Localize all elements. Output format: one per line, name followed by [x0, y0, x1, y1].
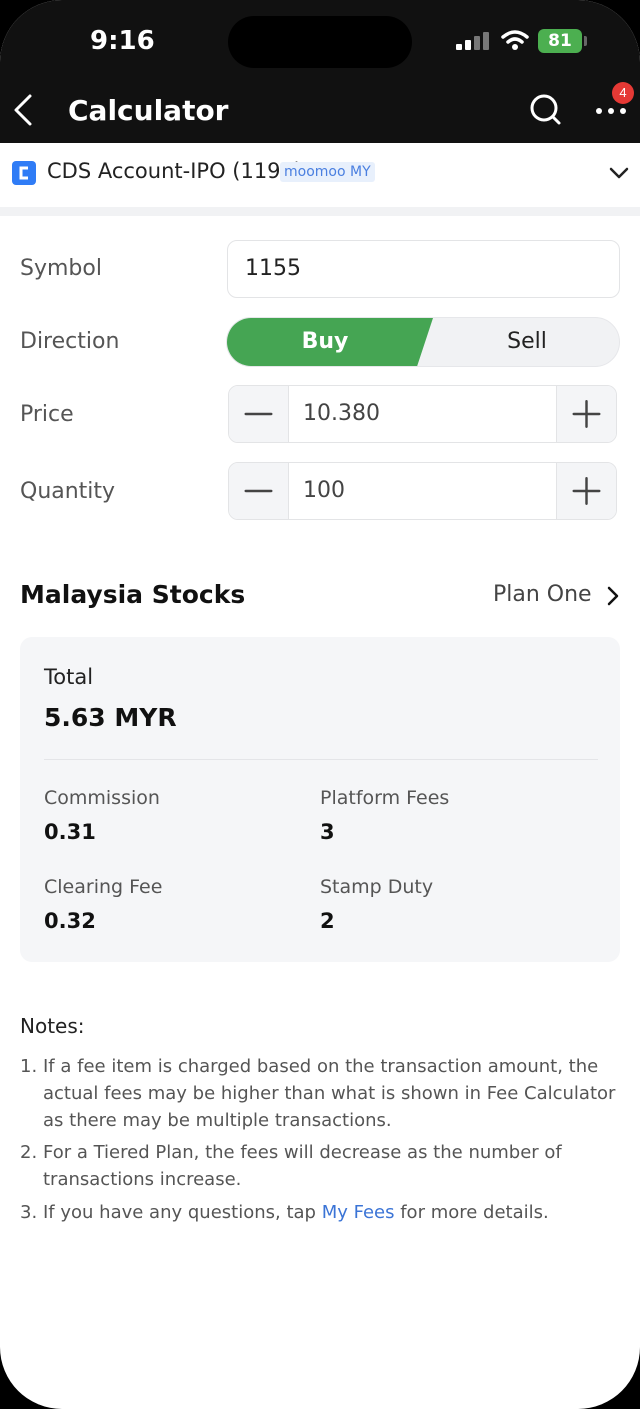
clearing-fee-value: 0.32	[44, 909, 96, 933]
note-text: If a fee item is charged based on the tr…	[43, 1056, 616, 1131]
phone-screen: 9:16 81 Calculator 4 CDS Account-IPO (11…	[0, 0, 640, 1409]
price-input[interactable]: 10.380	[303, 386, 380, 442]
quantity-label: Quantity	[20, 479, 116, 504]
total-value: 5.63 MYR	[44, 703, 177, 732]
commission-label: Commission	[44, 787, 160, 809]
search-icon[interactable]	[528, 92, 562, 128]
signal-icon	[456, 32, 489, 50]
back-arrow-icon[interactable]	[6, 88, 46, 132]
card-divider	[44, 759, 598, 760]
note-text-before: If you have any questions, tap	[43, 1202, 322, 1223]
direction-toggle: Buy Sell	[226, 317, 620, 367]
stamp-duty-value: 2	[320, 909, 335, 933]
note-item: 2. For a Tiered Plan, the fees will decr…	[20, 1139, 620, 1193]
symbol-label: Symbol	[20, 256, 102, 281]
direction-label: Direction	[20, 329, 120, 354]
buy-button[interactable]: Buy	[227, 318, 433, 366]
price-label: Price	[20, 402, 74, 427]
note-text: For a Tiered Plan, the fees will decreas…	[43, 1142, 562, 1190]
symbol-input[interactable]: 1155	[227, 240, 620, 298]
market-title: Malaysia Stocks	[20, 580, 246, 609]
my-fees-link[interactable]: My Fees	[322, 1202, 395, 1223]
note-text-after: for more details.	[394, 1202, 549, 1223]
wifi-icon	[501, 30, 529, 50]
note-item: 1. If a fee item is charged based on the…	[20, 1053, 620, 1134]
stamp-duty-label: Stamp Duty	[320, 876, 434, 898]
top-header: 9:16 81 Calculator 4	[0, 0, 640, 143]
total-label: Total	[44, 665, 94, 689]
price-minus-button[interactable]	[229, 386, 289, 442]
note-text: If you have any questions, tap My Fees f…	[43, 1199, 620, 1226]
price-stepper: 10.380	[228, 385, 617, 443]
price-plus-button[interactable]	[556, 386, 616, 442]
page-title: Calculator	[68, 94, 229, 127]
quantity-input[interactable]: 100	[303, 463, 345, 519]
chevron-down-icon[interactable]	[608, 163, 630, 183]
sell-button[interactable]: Sell	[433, 318, 619, 366]
status-time: 9:16	[90, 26, 155, 56]
battery-tip	[584, 36, 587, 46]
note-item: 3. If you have any questions, tap My Fee…	[20, 1199, 620, 1226]
dynamic-island	[228, 16, 412, 68]
battery-icon: 81	[538, 29, 588, 53]
platform-fees-label: Platform Fees	[320, 787, 450, 809]
notes-title: Notes:	[20, 1014, 85, 1038]
clearing-fee-label: Clearing Fee	[44, 876, 163, 898]
note-number: 1.	[20, 1056, 38, 1077]
notification-badge: 4	[612, 82, 634, 104]
note-number: 3.	[20, 1202, 38, 1223]
commission-value: 0.31	[44, 820, 96, 844]
broker-tag: moomoo MY	[280, 162, 375, 182]
account-name: CDS Account-IPO (1191)	[47, 159, 303, 183]
battery-level: 81	[538, 29, 582, 53]
note-number: 2.	[20, 1142, 38, 1163]
account-selector[interactable]: CDS Account-IPO (1191) moomoo MY	[0, 143, 640, 207]
quantity-stepper: 100	[228, 462, 617, 520]
fee-summary-card: Total 5.63 MYR Commission 0.31 Platform …	[20, 637, 620, 962]
plan-selector[interactable]: Plan One	[493, 582, 592, 607]
quantity-minus-button[interactable]	[229, 463, 289, 519]
account-icon	[12, 161, 36, 185]
platform-fees-value: 3	[320, 820, 335, 844]
section-divider	[0, 207, 640, 216]
chevron-right-icon[interactable]	[604, 585, 622, 607]
quantity-plus-button[interactable]	[556, 463, 616, 519]
